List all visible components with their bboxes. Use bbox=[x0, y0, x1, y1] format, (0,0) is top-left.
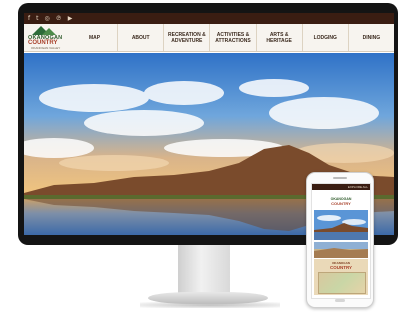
phone-promo-section: OKANOGAN COUNTRY bbox=[314, 259, 368, 295]
phone-home-indicator bbox=[335, 299, 345, 302]
instagram-icon[interactable]: ◎ bbox=[44, 13, 49, 24]
monitor-stand-neck bbox=[178, 245, 230, 295]
nav-item-map[interactable]: MAP bbox=[72, 24, 117, 51]
phone-hero-image bbox=[314, 210, 368, 240]
mobile-phone: EXPLORE ALL OKANOGAN COUNTRY OKANOGAN CO… bbox=[306, 172, 374, 308]
phone-top-bar-text[interactable]: EXPLORE ALL bbox=[348, 185, 368, 189]
phone-secondary-image bbox=[314, 242, 368, 258]
twitter-icon[interactable]: t bbox=[36, 13, 38, 24]
nav-item-lodging[interactable]: LODGING bbox=[301, 24, 348, 51]
pinterest-icon[interactable]: ℗ bbox=[56, 13, 62, 24]
phone-logo[interactable]: OKANOGAN COUNTRY bbox=[312, 191, 370, 209]
logo-tagline: OKANOGAN VALLEY bbox=[31, 45, 61, 50]
social-bar: f t ◎ ℗ ▶ bbox=[24, 13, 394, 24]
nav-item-recreation[interactable]: RECREATION & ADVENTURE bbox=[163, 24, 209, 51]
phone-map-image[interactable] bbox=[318, 272, 366, 294]
phone-camera bbox=[333, 177, 347, 179]
nav-items: MAP ABOUT RECREATION & ADVENTURE ACTIVIT… bbox=[72, 24, 394, 51]
phone-top-bar: EXPLORE ALL bbox=[312, 184, 370, 190]
main-nav: OKANOGAN COUNTRY OKANOGAN VALLEY MAP ABO… bbox=[24, 24, 394, 52]
nav-item-arts-heritage[interactable]: ARTS & HERITAGE bbox=[255, 24, 302, 51]
facebook-icon[interactable]: f bbox=[28, 13, 30, 24]
monitor-stand-base bbox=[148, 292, 268, 304]
nav-item-about[interactable]: ABOUT bbox=[117, 24, 163, 51]
phone-logo-line2: COUNTRY bbox=[331, 201, 351, 206]
site-logo[interactable]: OKANOGAN COUNTRY OKANOGAN VALLEY bbox=[28, 25, 64, 51]
youtube-icon[interactable]: ▶ bbox=[68, 13, 73, 24]
nav-item-dining[interactable]: DINING bbox=[347, 24, 394, 51]
phone-promo-title: COUNTRY bbox=[329, 265, 353, 270]
phone-screen: EXPLORE ALL OKANOGAN COUNTRY OKANOGAN CO… bbox=[311, 183, 371, 299]
mountain-icon bbox=[42, 27, 56, 35]
nav-item-activities[interactable]: ACTIVITIES & ATTRACTIONS bbox=[209, 24, 255, 51]
